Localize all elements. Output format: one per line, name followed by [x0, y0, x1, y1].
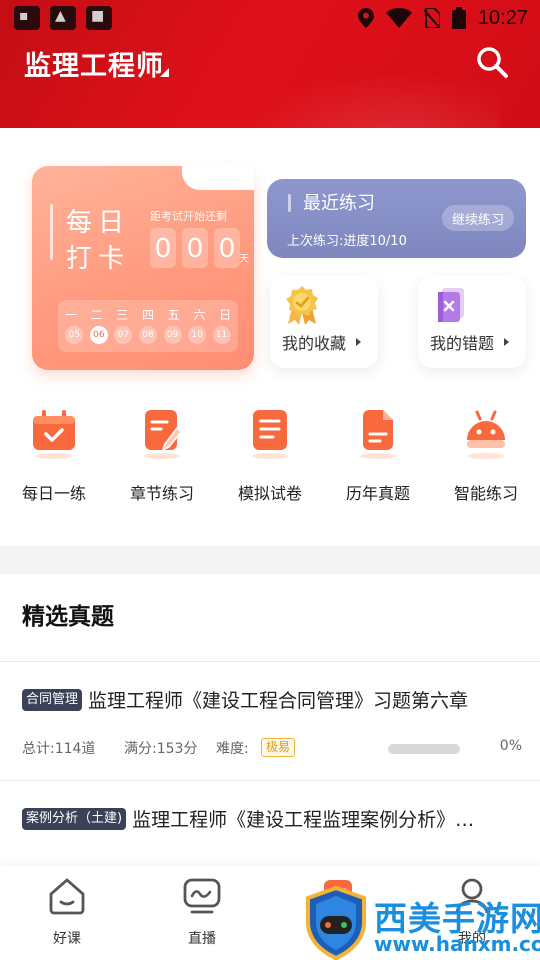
- mistakes-label: 我的错题: [430, 334, 495, 353]
- status-right: 10:27: [357, 4, 528, 32]
- image-icon: ▲: [50, 6, 76, 30]
- divider-line: [0, 780, 540, 781]
- quick-nav: 每日一练 章节练习 模拟试卷 历年真题 智能练习: [0, 406, 540, 506]
- my-mistakes-card[interactable]: 我的错题: [418, 276, 526, 368]
- watermark-url: www.hanxm.com: [374, 932, 540, 956]
- countdown-label: 距考试开始还剩: [150, 210, 227, 223]
- page-title[interactable]: 监理工程师: [24, 44, 164, 83]
- quick-nav-label: 模拟试卷: [237, 484, 302, 503]
- weekday: 五: [167, 308, 180, 322]
- calendar-date[interactable]: 07: [114, 326, 133, 344]
- notification-icon: ▪: [14, 6, 40, 30]
- watermark-shield-logo-icon: [306, 885, 366, 960]
- weekday: 四: [141, 308, 154, 322]
- continue-practice-button[interactable]: 继续练习: [442, 205, 514, 231]
- quick-nav-label: 智能练习: [453, 484, 518, 503]
- divider-line: [0, 661, 540, 662]
- bottom-nav-courses[interactable]: 好课: [27, 876, 107, 956]
- checkin-title-line1: 每日: [66, 208, 131, 238]
- location-icon: [357, 8, 374, 28]
- weekday: 一: [64, 308, 77, 322]
- arrow-right-icon: [504, 338, 509, 346]
- weekday: 六: [193, 308, 206, 322]
- medal-icon: [286, 286, 318, 325]
- status-time: 10:27: [477, 6, 528, 29]
- recent-accent-bar: [288, 194, 291, 212]
- countdown-unit: 天: [239, 254, 249, 265]
- featured-section-title: 精选真题: [22, 604, 114, 630]
- question-total: 总计:114道: [22, 741, 96, 757]
- quick-nav-past-exams[interactable]: 历年真题: [324, 406, 432, 506]
- calendar-date[interactable]: 05: [65, 326, 84, 344]
- category-tag: 合同管理: [22, 688, 83, 711]
- category-tag: 案例分析（土建): [22, 807, 127, 830]
- app-header: ▪ ▲ ■ 10:27 监理工程师: [0, 0, 540, 128]
- card-folder-tab: [182, 164, 254, 190]
- quick-nav-label: 历年真题: [345, 484, 410, 503]
- quick-nav-smart-practice[interactable]: 智能练习: [432, 406, 540, 506]
- exam-paper-icon: [252, 410, 288, 459]
- exam-switch-caret-icon[interactable]: [160, 68, 169, 77]
- section-divider: [0, 546, 540, 574]
- calendar-check-icon: [33, 410, 75, 459]
- battery-icon: [451, 7, 466, 29]
- wifi-icon: [385, 8, 412, 28]
- wrong-book-icon: [438, 288, 464, 322]
- countdown-digits: 0 0 0: [150, 228, 240, 268]
- quick-nav-mock-exam[interactable]: 模拟试卷: [216, 406, 324, 506]
- difficulty-badge: 极易: [261, 738, 296, 757]
- question-set-title[interactable]: 监理工程师《建设工程合同管理》习题第六章: [88, 686, 468, 713]
- arrow-right-icon: [356, 338, 361, 346]
- document-icon: [360, 410, 396, 459]
- live-tv-icon: [183, 878, 221, 914]
- bottom-nav-live[interactable]: 直播: [162, 876, 242, 956]
- countdown-digit: 0: [182, 228, 208, 268]
- robot-icon: [467, 410, 505, 459]
- weekday: 二: [90, 308, 103, 322]
- calendar-date-today[interactable]: 06: [89, 326, 108, 344]
- home-icon: [49, 878, 85, 915]
- question-set-item[interactable]: 合同管理 监理工程师《建设工程合同管理》习题第六章: [22, 686, 522, 713]
- search-icon[interactable]: [474, 44, 510, 80]
- weekday: 日: [219, 308, 232, 322]
- recent-title: 最近练习: [303, 193, 375, 214]
- checkin-title-line2: 打卡: [66, 244, 131, 274]
- quick-nav-chapter-practice[interactable]: 章节练习: [108, 406, 216, 506]
- checkin-accent-bar: [50, 204, 53, 260]
- bottom-nav-label: 直播: [188, 931, 216, 947]
- calendar-date[interactable]: 10: [188, 326, 207, 344]
- progress-bar: [388, 744, 460, 754]
- week-calendar: 一 二 三 四 五 六 日 05 06 07 08 09 10 11: [58, 300, 238, 352]
- calendar-date[interactable]: 09: [163, 326, 182, 344]
- question-set-title[interactable]: 监理工程师《建设工程监理案例分析》…: [132, 805, 474, 832]
- recent-progress-text: 上次练习:进度10/10: [287, 234, 407, 249]
- no-sim-icon: [423, 8, 440, 28]
- recent-practice-card[interactable]: 最近练习 上次练习:进度10/10 继续练习: [267, 179, 526, 258]
- status-bar: ▪ ▲ ■ 10:27: [0, 0, 540, 36]
- weekday: 三: [116, 308, 129, 322]
- calendar-date[interactable]: 08: [138, 326, 157, 344]
- difficulty-label: 难度:: [216, 741, 249, 757]
- bottom-nav-label: 好课: [53, 931, 81, 947]
- countdown-digit: 0: [150, 228, 176, 268]
- progress-percent: 0%: [499, 738, 522, 754]
- weekday-row: 一 二 三 四 五 六 日: [58, 306, 238, 323]
- date-row: 05 06 07 08 09 10 11: [62, 326, 234, 344]
- countdown-digit: 0: [214, 228, 240, 268]
- site-watermark: 西美手游网 www.hanxm.com: [300, 884, 540, 960]
- question-set-item[interactable]: 案例分析（土建) 监理工程师《建设工程监理案例分析》…: [22, 805, 522, 832]
- quick-nav-label: 每日一练: [21, 484, 86, 503]
- app-icon: ■: [86, 6, 112, 30]
- daily-checkin-card[interactable]: 每日 打卡 距考试开始还剩 0 0 0 天 一 二 三 四 五 六 日 05 0…: [32, 164, 254, 370]
- favorites-label: 我的收藏: [282, 334, 347, 353]
- quick-nav-label: 章节练习: [129, 484, 194, 503]
- question-set-meta: 总计:114道 满分:153分 难度: 极易 0%: [22, 738, 522, 760]
- my-favorites-card[interactable]: 我的收藏: [270, 276, 378, 368]
- edit-note-icon: [144, 410, 183, 459]
- question-full-score: 满分:153分: [124, 741, 198, 757]
- calendar-date[interactable]: 11: [212, 326, 231, 344]
- quick-nav-daily-practice[interactable]: 每日一练: [0, 406, 108, 506]
